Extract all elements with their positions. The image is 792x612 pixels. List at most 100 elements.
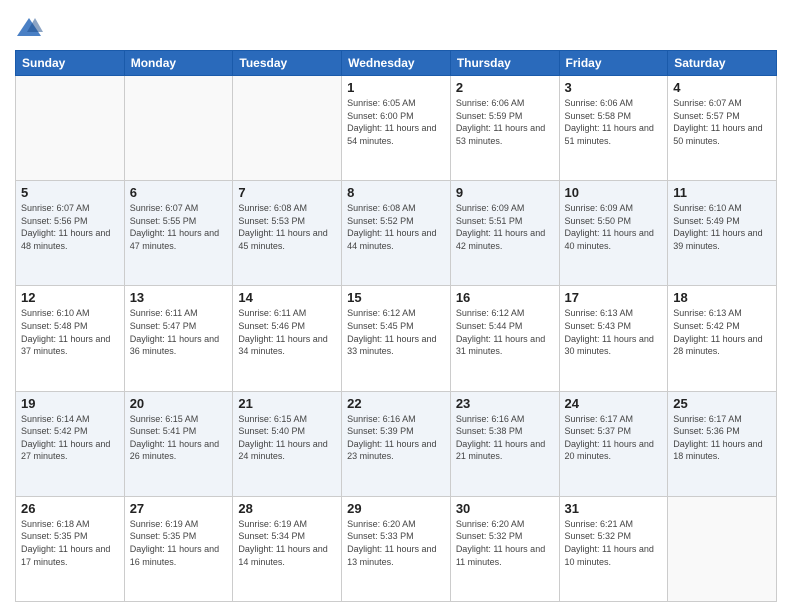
calendar-cell: 1 Sunrise: 6:05 AM Sunset: 6:00 PM Daylig… bbox=[342, 76, 451, 181]
day-info: Sunrise: 6:14 AM Sunset: 5:42 PM Dayligh… bbox=[21, 413, 119, 463]
day-info: Sunrise: 6:06 AM Sunset: 5:59 PM Dayligh… bbox=[456, 97, 554, 147]
day-info: Sunrise: 6:06 AM Sunset: 5:58 PM Dayligh… bbox=[565, 97, 663, 147]
day-number: 1 bbox=[347, 80, 445, 95]
calendar-cell bbox=[124, 76, 233, 181]
day-number: 11 bbox=[673, 185, 771, 200]
calendar-week-row: 12Sunrise: 6:10 AM Sunset: 5:48 PM Dayli… bbox=[16, 286, 777, 391]
day-info: Sunrise: 6:11 AM Sunset: 5:46 PM Dayligh… bbox=[238, 307, 336, 357]
calendar-cell: 19 Sunrise: 6:14 AM Sunset: 5:42 PM Dayli… bbox=[16, 391, 125, 496]
calendar-cell: 10 Sunrise: 6:09 AM Sunset: 5:50 PM Dayli… bbox=[559, 181, 668, 286]
calendar-cell: 7 Sunrise: 6:08 AM Sunset: 5:53 PM Daylig… bbox=[233, 181, 342, 286]
calendar-week-row: 5Sunrise: 6:07 AM Sunset: 5:56 PM Daylig… bbox=[16, 181, 777, 286]
day-info: Sunrise: 6:07 AM Sunset: 5:57 PM Dayligh… bbox=[673, 97, 771, 147]
day-number: 20 bbox=[130, 396, 228, 411]
page: SundayMondayTuesdayWednesdayThursdayFrid… bbox=[0, 0, 792, 612]
day-info: Sunrise: 6:12 AM Sunset: 5:44 PM Dayligh… bbox=[456, 307, 554, 357]
day-info: Sunrise: 6:19 AM Sunset: 5:35 PM Dayligh… bbox=[130, 518, 228, 568]
day-info: Sunrise: 6:10 AM Sunset: 5:49 PM Dayligh… bbox=[673, 202, 771, 252]
day-info: Sunrise: 6:11 AM Sunset: 5:47 PM Dayligh… bbox=[130, 307, 228, 357]
day-number: 7 bbox=[238, 185, 336, 200]
day-number: 12 bbox=[21, 290, 119, 305]
calendar-cell: 4 Sunrise: 6:07 AM Sunset: 5:57 PM Daylig… bbox=[668, 76, 777, 181]
calendar-cell bbox=[16, 76, 125, 181]
day-info: Sunrise: 6:18 AM Sunset: 5:35 PM Dayligh… bbox=[21, 518, 119, 568]
day-info: Sunrise: 6:15 AM Sunset: 5:40 PM Dayligh… bbox=[238, 413, 336, 463]
day-info: Sunrise: 6:08 AM Sunset: 5:53 PM Dayligh… bbox=[238, 202, 336, 252]
day-number: 4 bbox=[673, 80, 771, 95]
day-info: Sunrise: 6:20 AM Sunset: 5:33 PM Dayligh… bbox=[347, 518, 445, 568]
day-info: Sunrise: 6:12 AM Sunset: 5:45 PM Dayligh… bbox=[347, 307, 445, 357]
calendar-cell: 28 Sunrise: 6:19 AM Sunset: 5:34 PM Dayli… bbox=[233, 496, 342, 601]
day-number: 19 bbox=[21, 396, 119, 411]
day-info: Sunrise: 6:19 AM Sunset: 5:34 PM Dayligh… bbox=[238, 518, 336, 568]
day-number: 6 bbox=[130, 185, 228, 200]
calendar-cell: 11 Sunrise: 6:10 AM Sunset: 5:49 PM Dayli… bbox=[668, 181, 777, 286]
calendar-cell: 20 Sunrise: 6:15 AM Sunset: 5:41 PM Dayli… bbox=[124, 391, 233, 496]
day-number: 15 bbox=[347, 290, 445, 305]
weekday-header-saturday: Saturday bbox=[668, 51, 777, 76]
logo-icon bbox=[15, 14, 43, 42]
weekday-header-sunday: Sunday bbox=[16, 51, 125, 76]
calendar-cell: 15 Sunrise: 6:12 AM Sunset: 5:45 PM Dayli… bbox=[342, 286, 451, 391]
calendar-cell bbox=[233, 76, 342, 181]
calendar-week-row: 19 Sunrise: 6:14 AM Sunset: 5:42 PM Dayli… bbox=[16, 391, 777, 496]
calendar-cell: 22Sunrise: 6:16 AM Sunset: 5:39 PM Dayli… bbox=[342, 391, 451, 496]
day-number: 5 bbox=[21, 185, 119, 200]
day-number: 9 bbox=[456, 185, 554, 200]
calendar-cell: 25 Sunrise: 6:17 AM Sunset: 5:36 PM Dayli… bbox=[668, 391, 777, 496]
calendar-cell bbox=[668, 496, 777, 601]
day-number: 25 bbox=[673, 396, 771, 411]
day-info: Sunrise: 6:05 AM Sunset: 6:00 PM Dayligh… bbox=[347, 97, 445, 147]
calendar-cell: 3 Sunrise: 6:06 AM Sunset: 5:58 PM Daylig… bbox=[559, 76, 668, 181]
weekday-header-thursday: Thursday bbox=[450, 51, 559, 76]
calendar-cell: 2 Sunrise: 6:06 AM Sunset: 5:59 PM Daylig… bbox=[450, 76, 559, 181]
day-number: 30 bbox=[456, 501, 554, 516]
calendar-cell: 5Sunrise: 6:07 AM Sunset: 5:56 PM Daylig… bbox=[16, 181, 125, 286]
day-number: 31 bbox=[565, 501, 663, 516]
day-number: 10 bbox=[565, 185, 663, 200]
day-number: 8 bbox=[347, 185, 445, 200]
calendar-week-row: 26 Sunrise: 6:18 AM Sunset: 5:35 PM Dayli… bbox=[16, 496, 777, 601]
calendar-cell: 8 Sunrise: 6:08 AM Sunset: 5:52 PM Daylig… bbox=[342, 181, 451, 286]
calendar-cell: 21Sunrise: 6:15 AM Sunset: 5:40 PM Dayli… bbox=[233, 391, 342, 496]
day-number: 17 bbox=[565, 290, 663, 305]
calendar-cell: 29 Sunrise: 6:20 AM Sunset: 5:33 PM Dayli… bbox=[342, 496, 451, 601]
calendar-cell: 16Sunrise: 6:12 AM Sunset: 5:44 PM Dayli… bbox=[450, 286, 559, 391]
calendar-cell: 24 Sunrise: 6:17 AM Sunset: 5:37 PM Dayli… bbox=[559, 391, 668, 496]
day-info: Sunrise: 6:09 AM Sunset: 5:51 PM Dayligh… bbox=[456, 202, 554, 252]
day-info: Sunrise: 6:17 AM Sunset: 5:36 PM Dayligh… bbox=[673, 413, 771, 463]
calendar-cell: 26 Sunrise: 6:18 AM Sunset: 5:35 PM Dayli… bbox=[16, 496, 125, 601]
day-number: 13 bbox=[130, 290, 228, 305]
day-info: Sunrise: 6:13 AM Sunset: 5:43 PM Dayligh… bbox=[565, 307, 663, 357]
calendar-week-row: 1 Sunrise: 6:05 AM Sunset: 6:00 PM Daylig… bbox=[16, 76, 777, 181]
weekday-header-tuesday: Tuesday bbox=[233, 51, 342, 76]
day-number: 18 bbox=[673, 290, 771, 305]
day-number: 26 bbox=[21, 501, 119, 516]
calendar-cell: 30 Sunrise: 6:20 AM Sunset: 5:32 PM Dayli… bbox=[450, 496, 559, 601]
day-number: 29 bbox=[347, 501, 445, 516]
day-info: Sunrise: 6:08 AM Sunset: 5:52 PM Dayligh… bbox=[347, 202, 445, 252]
calendar-cell: 17 Sunrise: 6:13 AM Sunset: 5:43 PM Dayli… bbox=[559, 286, 668, 391]
weekday-header-friday: Friday bbox=[559, 51, 668, 76]
weekday-header-wednesday: Wednesday bbox=[342, 51, 451, 76]
day-info: Sunrise: 6:15 AM Sunset: 5:41 PM Dayligh… bbox=[130, 413, 228, 463]
day-info: Sunrise: 6:20 AM Sunset: 5:32 PM Dayligh… bbox=[456, 518, 554, 568]
day-number: 24 bbox=[565, 396, 663, 411]
calendar-cell: 6Sunrise: 6:07 AM Sunset: 5:55 PM Daylig… bbox=[124, 181, 233, 286]
calendar-header-row: SundayMondayTuesdayWednesdayThursdayFrid… bbox=[16, 51, 777, 76]
calendar-cell: 13 Sunrise: 6:11 AM Sunset: 5:47 PM Dayli… bbox=[124, 286, 233, 391]
day-info: Sunrise: 6:09 AM Sunset: 5:50 PM Dayligh… bbox=[565, 202, 663, 252]
day-info: Sunrise: 6:16 AM Sunset: 5:38 PM Dayligh… bbox=[456, 413, 554, 463]
calendar-cell: 27Sunrise: 6:19 AM Sunset: 5:35 PM Dayli… bbox=[124, 496, 233, 601]
calendar-cell: 23Sunrise: 6:16 AM Sunset: 5:38 PM Dayli… bbox=[450, 391, 559, 496]
calendar-cell: 18Sunrise: 6:13 AM Sunset: 5:42 PM Dayli… bbox=[668, 286, 777, 391]
day-info: Sunrise: 6:17 AM Sunset: 5:37 PM Dayligh… bbox=[565, 413, 663, 463]
day-number: 2 bbox=[456, 80, 554, 95]
day-number: 14 bbox=[238, 290, 336, 305]
day-info: Sunrise: 6:16 AM Sunset: 5:39 PM Dayligh… bbox=[347, 413, 445, 463]
day-number: 28 bbox=[238, 501, 336, 516]
header bbox=[15, 10, 777, 42]
weekday-header-monday: Monday bbox=[124, 51, 233, 76]
day-number: 3 bbox=[565, 80, 663, 95]
logo bbox=[15, 14, 47, 42]
